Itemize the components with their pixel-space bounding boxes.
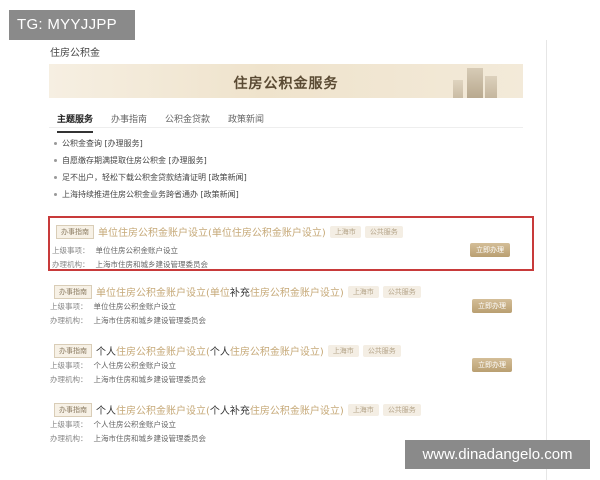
tab-guide[interactable]: 办事指南 — [111, 112, 147, 133]
tabs-divider — [49, 127, 523, 128]
category-tag: 公共服务 — [382, 403, 421, 416]
service-title[interactable]: 单位住房公积金账户设立(单位补充住房公积金账户设立) — [96, 284, 344, 299]
bullet-icon — [54, 176, 57, 179]
region-tag: 上海市 — [347, 285, 379, 298]
news-list: 公积金查询 [办理服务] 自愿缴存期满提取住房公积金 [办理服务] 足不出户，轻… — [54, 138, 247, 206]
region-tag: 上海市 — [329, 225, 361, 238]
bullet-icon — [54, 159, 57, 162]
category-tag: 公共服务 — [362, 344, 401, 357]
banner: 住房公积金服务 — [49, 64, 523, 98]
superior-item: 上级事项： 个人住房公积金账户设立 — [50, 420, 176, 429]
news-item[interactable]: 上海持续推进住房公积金业务跨省通办 [政策新闻] — [54, 189, 247, 206]
handling-org: 办理机构： 上海市住房和城乡建设管理委员会 — [50, 316, 206, 325]
service-card: 办事指南 单位住房公积金账户设立(单位住房公积金账户设立) 上海市 公共服务 上… — [48, 216, 534, 271]
service-card: 办事指南 个人住房公积金账户设立(个人住房公积金账户设立) 上海市 公共服务 上… — [48, 337, 534, 392]
bullet-icon — [54, 193, 57, 196]
handling-org: 办理机构： 上海市住房和城乡建设管理委员会 — [50, 434, 206, 443]
news-item[interactable]: 足不出户，轻松下载公积金贷款结清证明 [政策新闻] — [54, 172, 247, 189]
guide-badge: 办事指南 — [54, 402, 92, 417]
guide-badge: 办事指南 — [54, 284, 92, 299]
bullet-icon — [54, 142, 57, 145]
apply-now-button[interactable]: 立即办理 — [470, 243, 510, 257]
news-item[interactable]: 自愿缴存期满提取住房公积金 [办理服务] — [54, 155, 247, 172]
handling-org: 办理机构： 上海市住房和城乡建设管理委员会 — [52, 260, 208, 269]
category-tag: 公共服务 — [382, 285, 421, 298]
guide-badge: 办事指南 — [54, 343, 92, 358]
news-item[interactable]: 公积金查询 [办理服务] — [54, 138, 247, 155]
superior-item: 上级事项： 单位住房公积金账户设立 — [50, 302, 176, 311]
tab-loans[interactable]: 公积金贷款 — [165, 112, 210, 133]
banner-title: 住房公积金服务 — [233, 76, 339, 92]
tab-bar: 主题服务 办事指南 公积金贷款 政策新闻 — [57, 112, 264, 133]
service-title[interactable]: 个人住房公积金账户设立(个人补充住房公积金账户设立) — [96, 402, 344, 417]
breadcrumb[interactable]: 住房公积金 — [50, 44, 100, 59]
tab-policy-news[interactable]: 政策新闻 — [228, 112, 264, 133]
guide-badge: 办事指南 — [56, 224, 94, 239]
watermark-bottom-right: www.dinadangelo.com — [405, 440, 590, 469]
service-card: 办事指南 单位住房公积金账户设立(单位补充住房公积金账户设立) 上海市 公共服务… — [48, 278, 534, 333]
superior-item: 上级事项： 个人住房公积金账户设立 — [50, 361, 176, 370]
watermark-top-left: TG: MYYJJPP — [9, 10, 135, 40]
apply-now-button[interactable]: 立即办理 — [472, 299, 512, 313]
region-tag: 上海市 — [327, 344, 359, 357]
right-divider — [546, 40, 547, 480]
region-tag: 上海市 — [347, 403, 379, 416]
service-title[interactable]: 个人住房公积金账户设立(个人住房公积金账户设立) — [96, 343, 324, 358]
handling-org: 办理机构： 上海市住房和城乡建设管理委员会 — [50, 375, 206, 384]
apply-now-button[interactable]: 立即办理 — [472, 358, 512, 372]
tab-theme-services[interactable]: 主题服务 — [57, 112, 94, 133]
service-title[interactable]: 单位住房公积金账户设立(单位住房公积金账户设立) — [98, 224, 326, 239]
category-tag: 公共服务 — [364, 225, 403, 238]
superior-item: 上级事项： 单位住房公积金账户设立 — [52, 246, 178, 255]
